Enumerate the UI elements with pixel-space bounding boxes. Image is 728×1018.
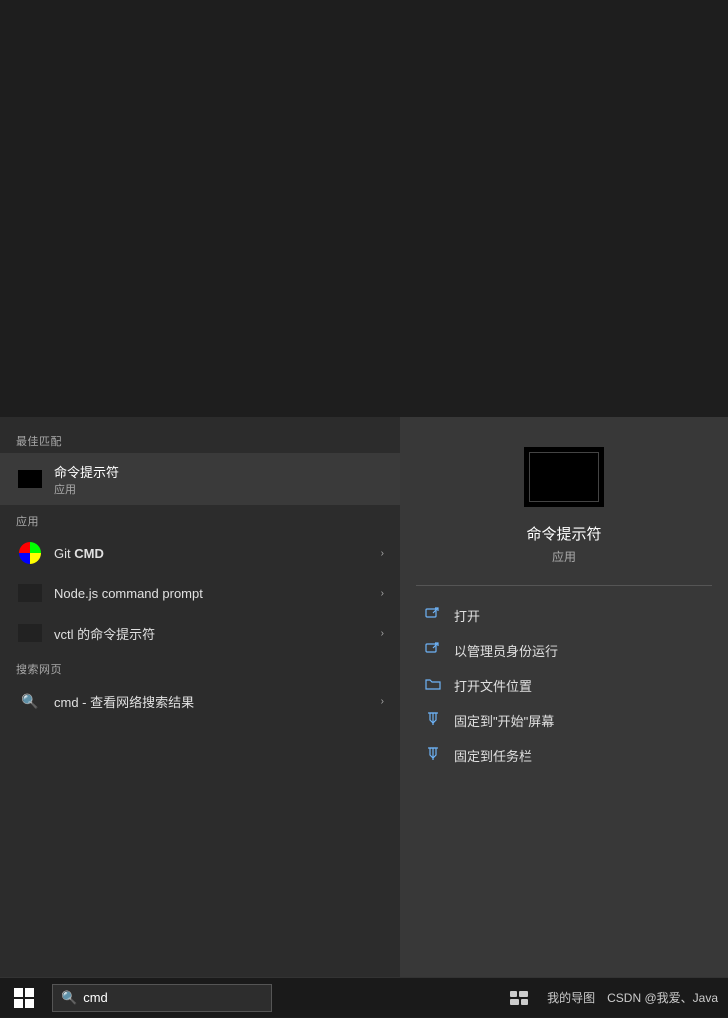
- action-run-as-admin[interactable]: 以管理员身份运行: [400, 633, 728, 668]
- web-search-icon: 🔍: [16, 687, 44, 715]
- app-large-name: 命令提示符: [526, 523, 601, 544]
- taskbar: 🔍 cmd 我的导图 CSDN @我爱、Java: [0, 977, 728, 1017]
- action-admin-label: 以管理员身份运行: [454, 641, 558, 660]
- cmd-icon-best-match: [16, 465, 44, 493]
- best-match-text-block: 命令提示符 应用: [54, 462, 119, 497]
- vctl-arrow-icon: ›: [381, 628, 384, 639]
- cmd-black-icon: [18, 470, 42, 488]
- menu-right-panel: 命令提示符 应用 打开 以管理员身份运行: [400, 417, 728, 977]
- start-button[interactable]: [0, 978, 48, 1018]
- nodejs-arrow-icon: ›: [381, 588, 384, 599]
- pin-taskbar-icon: [424, 746, 442, 765]
- start-menu: 最佳匹配 命令提示符 应用 应用 Git CMD ›: [0, 417, 400, 977]
- best-match-app-type: 应用: [54, 481, 119, 497]
- menu-item-web-search[interactable]: 🔍 cmd - 查看网络搜索结果 ›: [0, 681, 400, 721]
- vctl-black-icon: [18, 624, 42, 642]
- nodejs-icon: [16, 579, 44, 607]
- git-cmd-icon: [16, 539, 44, 567]
- apps-section-title: 应用: [0, 505, 400, 533]
- git-colorful-icon: [19, 542, 41, 564]
- pin-start-icon: [424, 711, 442, 730]
- action-open[interactable]: 打开: [400, 598, 728, 633]
- git-cmd-arrow-icon: ›: [381, 548, 384, 559]
- csdn-label: CSDN @我爱、Java: [607, 989, 718, 1006]
- menu-item-vctl[interactable]: vctl 的命令提示符 ›: [0, 613, 400, 653]
- best-match-section-title: 最佳匹配: [0, 425, 400, 453]
- action-pin-start-label: 固定到"开始"屏幕: [454, 711, 554, 730]
- git-cmd-label: Git CMD: [54, 546, 381, 561]
- menu-item-nodejs[interactable]: Node.js command prompt ›: [0, 573, 400, 613]
- taskbar-search-icon: 🔍: [61, 990, 77, 1006]
- best-match-app-name: 命令提示符: [54, 462, 119, 481]
- action-pin-taskbar-label: 固定到任务栏: [454, 746, 532, 765]
- web-search-arrow-icon: ›: [381, 696, 384, 707]
- menu-left-panel: 最佳匹配 命令提示符 应用 应用 Git CMD ›: [0, 417, 400, 977]
- action-open-label: 打开: [454, 606, 480, 625]
- taskbar-search-box[interactable]: 🔍 cmd: [52, 984, 272, 1012]
- magnifier-icon: 🔍: [21, 693, 38, 710]
- admin-icon: [424, 641, 442, 660]
- web-search-label: cmd - 查看网络搜索结果: [54, 692, 381, 711]
- app-large-icon-terminal: [529, 452, 599, 502]
- my-guide-label[interactable]: 我的导图: [547, 989, 595, 1006]
- vctl-label: vctl 的命令提示符: [54, 624, 381, 643]
- action-location-label: 打开文件位置: [454, 676, 532, 695]
- action-pin-start[interactable]: 固定到"开始"屏幕: [400, 703, 728, 738]
- right-panel-divider: [416, 585, 711, 586]
- web-section-title: 搜索网页: [0, 653, 400, 681]
- app-large-icon-container: [524, 447, 604, 507]
- best-match-item[interactable]: 命令提示符 应用: [0, 453, 400, 505]
- action-pin-taskbar[interactable]: 固定到任务栏: [400, 738, 728, 773]
- windows-logo-icon: [14, 988, 34, 1008]
- nodejs-black-icon: [18, 584, 42, 602]
- task-view-button[interactable]: [503, 978, 535, 1018]
- nodejs-label: Node.js command prompt: [54, 586, 381, 601]
- action-open-location[interactable]: 打开文件位置: [400, 668, 728, 703]
- taskbar-right-area: 我的导图 CSDN @我爱、Java: [503, 978, 728, 1018]
- taskbar-search-text: cmd: [83, 990, 108, 1005]
- app-large-type: 应用: [552, 548, 576, 565]
- open-icon: [424, 606, 442, 625]
- menu-item-git-cmd[interactable]: Git CMD ›: [0, 533, 400, 573]
- vctl-icon: [16, 619, 44, 647]
- folder-icon: [424, 676, 442, 695]
